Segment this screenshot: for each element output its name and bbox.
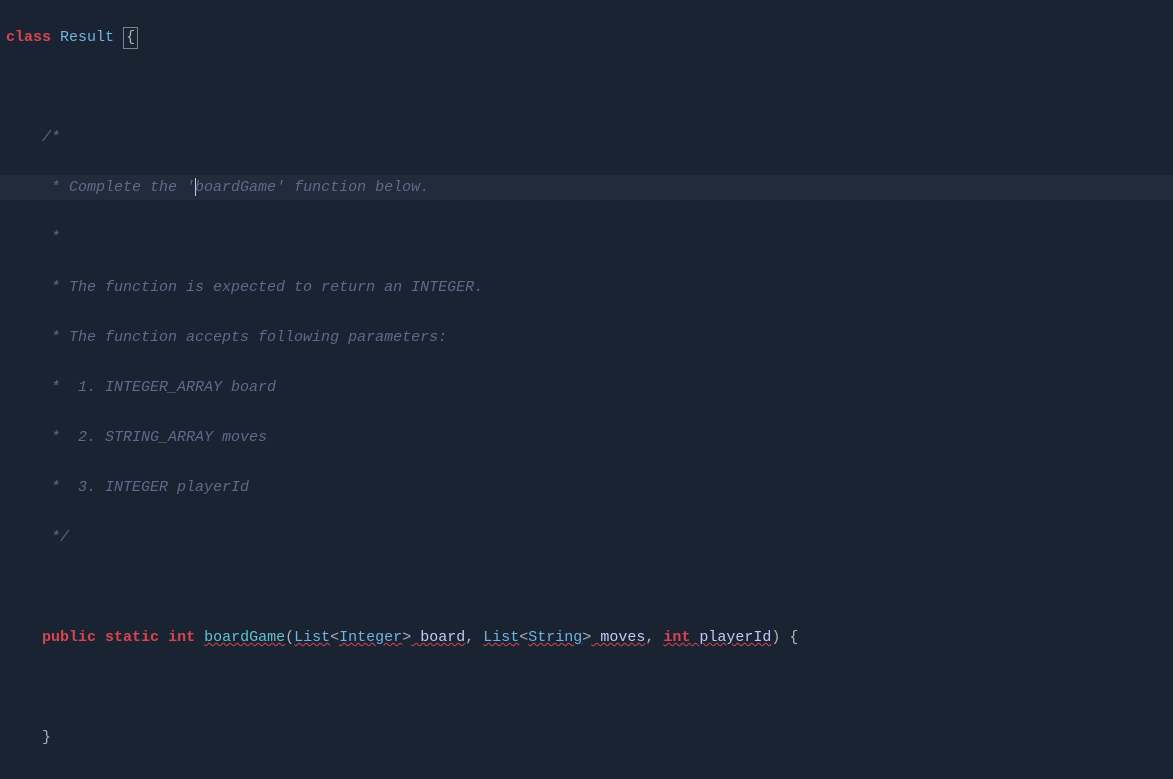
comment: */ bbox=[42, 529, 69, 546]
class-name: Result bbox=[60, 29, 114, 46]
keyword: class bbox=[6, 29, 51, 46]
code-line[interactable]: } bbox=[0, 725, 1173, 750]
code-line[interactable]: * 2. STRING_ARRAY moves bbox=[0, 425, 1173, 450]
code-line[interactable] bbox=[0, 775, 1173, 779]
type-error: Integer bbox=[339, 629, 402, 646]
type-error: List bbox=[483, 629, 519, 646]
code-line[interactable] bbox=[0, 75, 1173, 100]
comment: * Complete the ' bbox=[42, 179, 195, 196]
keyword-error: int bbox=[663, 629, 690, 646]
code-editor[interactable]: class Result { /* * Complete the 'boardG… bbox=[0, 0, 1173, 779]
comment: /* bbox=[42, 129, 60, 146]
type-error: List bbox=[294, 629, 330, 646]
comment: * bbox=[42, 229, 60, 246]
comment: boardGame' function below. bbox=[195, 179, 429, 196]
comment: * The function is expected to return an … bbox=[42, 279, 483, 296]
comma: , bbox=[645, 629, 654, 646]
keyword: int bbox=[168, 629, 195, 646]
code-line[interactable]: * The function is expected to return an … bbox=[0, 275, 1173, 300]
code-line-active[interactable]: * Complete the 'boardGame' function belo… bbox=[0, 175, 1173, 200]
code-line[interactable]: * 1. INTEGER_ARRAY board bbox=[0, 375, 1173, 400]
comment: * The function accepts following paramet… bbox=[42, 329, 447, 346]
code-line[interactable]: * 3. INTEGER playerId bbox=[0, 475, 1173, 500]
comma: , bbox=[465, 629, 474, 646]
keyword: static bbox=[105, 629, 159, 646]
code-line[interactable]: class Result { bbox=[0, 25, 1173, 50]
comment: * 3. INTEGER playerId bbox=[42, 479, 249, 496]
code-line[interactable] bbox=[0, 575, 1173, 600]
code-line[interactable] bbox=[0, 675, 1173, 700]
type-error: String bbox=[528, 629, 582, 646]
param-error: playerId bbox=[690, 629, 771, 646]
code-line[interactable]: * bbox=[0, 225, 1173, 250]
comment: * 2. STRING_ARRAY moves bbox=[42, 429, 267, 446]
code-line[interactable]: * The function accepts following paramet… bbox=[0, 325, 1173, 350]
param-error: board bbox=[411, 629, 465, 646]
brace: } bbox=[42, 729, 51, 746]
brace-cursor: { bbox=[123, 27, 138, 49]
function-name-error: boardGame bbox=[204, 629, 285, 646]
code-line[interactable]: public static int boardGame(List<Integer… bbox=[0, 625, 1173, 650]
param-error: moves bbox=[591, 629, 645, 646]
code-line[interactable]: /* bbox=[0, 125, 1173, 150]
code-line[interactable]: */ bbox=[0, 525, 1173, 550]
comment: * 1. INTEGER_ARRAY board bbox=[42, 379, 276, 396]
keyword: public bbox=[42, 629, 96, 646]
